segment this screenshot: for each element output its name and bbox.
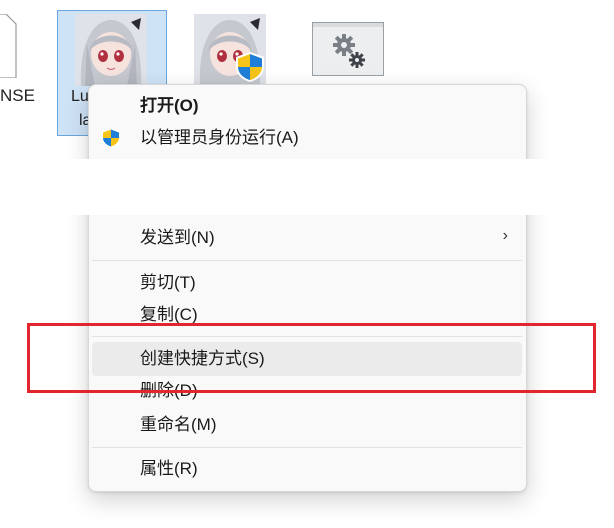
- title-bar: [313, 23, 383, 27]
- chevron-right-icon: ›: [502, 227, 508, 244]
- menu-item-send-to[interactable]: 发送到(N) ›: [92, 221, 522, 255]
- uac-shield-icon: [102, 128, 120, 148]
- settings-file-tile[interactable]: [312, 22, 384, 76]
- menu-item-label: 以管理员身份运行(A): [140, 128, 299, 147]
- menu-item-label: 剪切(T): [140, 273, 196, 292]
- menu-item-cut[interactable]: 剪切(T): [92, 266, 522, 300]
- menu-item-open[interactable]: 打开(O): [92, 89, 522, 123]
- file-label: NSE: [0, 86, 35, 105]
- menu-item-label: 打开(O): [140, 96, 199, 115]
- selected-file-label-line1: Lu: [71, 88, 89, 105]
- menu-item-label: 属性(R): [140, 459, 198, 478]
- blank-region: [0, 159, 614, 215]
- menu-item-properties[interactable]: 属性(R): [92, 452, 522, 486]
- uac-shield-icon: [236, 52, 264, 82]
- menu-item-rename[interactable]: 重命名(M): [92, 408, 522, 442]
- menu-separator: [92, 447, 522, 448]
- menu-item-run-as-admin[interactable]: 以管理员身份运行(A): [92, 121, 522, 155]
- anime-girl-thumbnail-icon: [75, 14, 147, 86]
- file-icon[interactable]: [0, 14, 18, 78]
- menu-item-label: 重命名(M): [140, 415, 217, 434]
- menu-separator: [92, 260, 522, 261]
- highlight-annotation-box: [27, 323, 596, 393]
- desktop: NSE Lu la 打开(O) 以管理员身份运行(A) 发送到(N) › 剪切(…: [0, 0, 614, 528]
- gear-icon: [333, 34, 365, 68]
- menu-item-label: 发送到(N): [140, 228, 215, 247]
